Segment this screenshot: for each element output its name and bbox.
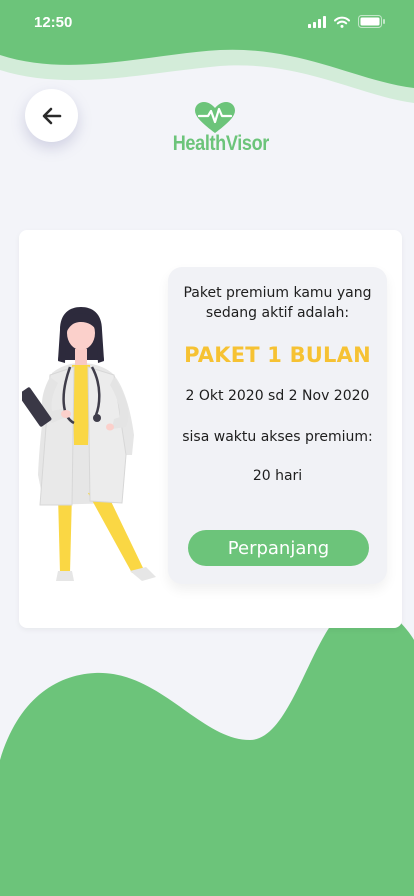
status-time: 12:50 xyxy=(34,14,73,31)
subscription-heading: Paket premium kamu yang sedang aktif ada… xyxy=(183,285,372,321)
bottom-hills xyxy=(0,605,414,896)
subscription-info-panel: Paket premium kamu yang sedang aktif ada… xyxy=(168,267,387,584)
plan-name: PAKET 1 BULAN xyxy=(184,343,371,367)
doctor-illustration xyxy=(22,307,156,581)
signal-icon xyxy=(308,15,326,28)
logo-text: HealthVisor xyxy=(172,132,270,155)
heart-pulse-icon xyxy=(195,102,235,133)
status-icons xyxy=(308,15,386,28)
subscription-period: 2 Okt 2020 sd 2 Nov 2020 xyxy=(185,388,370,404)
app-logo: HealthVisor xyxy=(166,102,270,162)
back-button[interactable] xyxy=(25,89,78,142)
remaining-time-value: 20 hari xyxy=(252,468,303,484)
battery-icon xyxy=(358,15,385,28)
arrow-left-icon xyxy=(42,107,61,124)
renew-button[interactable]: Perpanjang xyxy=(188,530,369,566)
wifi-icon xyxy=(334,16,350,28)
remaining-time-label: sisa waktu akses premium: xyxy=(182,429,373,445)
